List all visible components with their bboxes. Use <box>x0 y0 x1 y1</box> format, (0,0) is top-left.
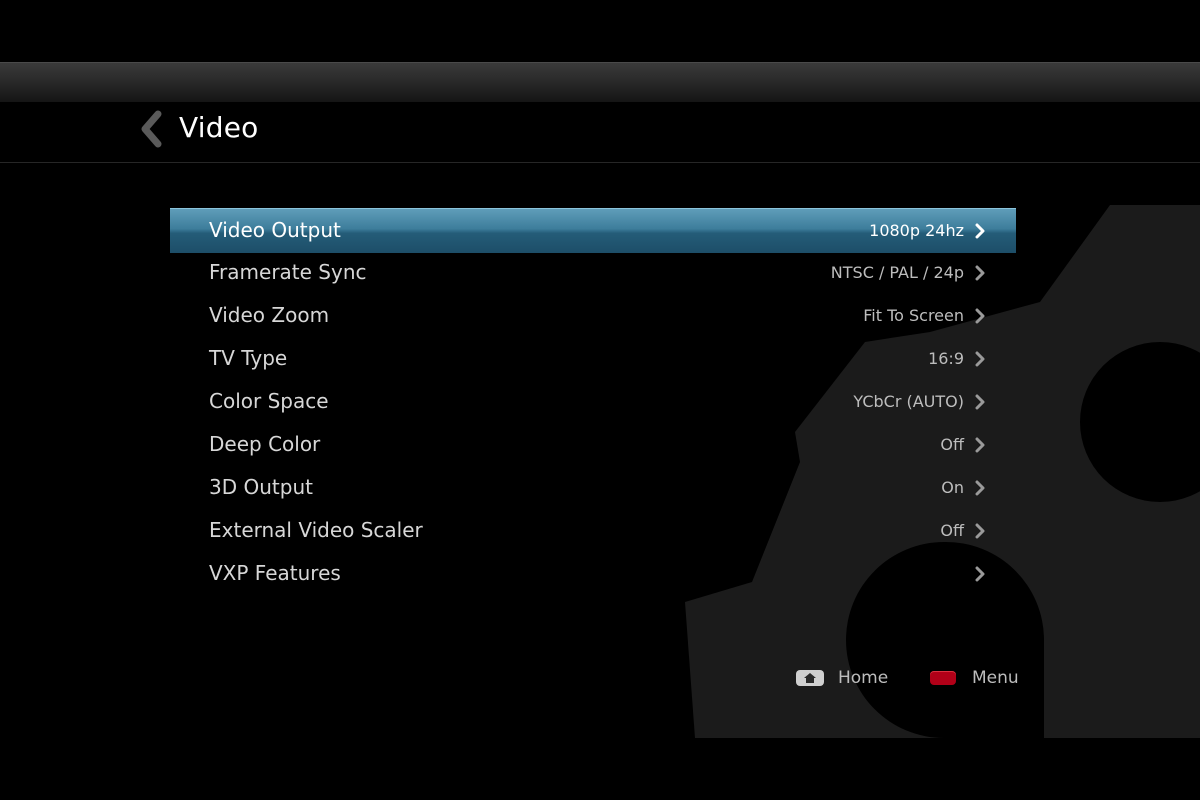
chevron-right-icon <box>975 351 985 367</box>
item-value: 16:9 <box>928 349 964 368</box>
page-title: Video <box>179 111 259 144</box>
chevron-left-icon[interactable] <box>140 110 166 148</box>
settings-menu: Video Output 1080p 24hz Framerate Sync N… <box>170 208 1016 595</box>
chevron-right-icon <box>975 308 985 324</box>
item-label: 3D Output <box>209 475 313 499</box>
item-value: YCbCr (AUTO) <box>853 392 964 411</box>
item-label: Color Space <box>209 389 329 413</box>
item-value: NTSC / PAL / 24p <box>830 263 964 282</box>
item-label: TV Type <box>209 346 288 370</box>
menu-item-vxp-features[interactable]: VXP Features <box>170 552 1016 595</box>
chevron-right-icon <box>975 223 985 239</box>
home-button[interactable]: Home <box>796 664 888 692</box>
chevron-right-icon <box>975 523 985 539</box>
item-value: Off <box>940 435 964 454</box>
menu-item-external-video-scaler[interactable]: External Video Scaler Off <box>170 509 1016 552</box>
menu-item-framerate-sync[interactable]: Framerate Sync NTSC / PAL / 24p <box>170 251 1016 294</box>
item-value: On <box>941 478 964 497</box>
home-label: Home <box>838 668 889 688</box>
top-bar <box>0 62 1200 103</box>
menu-item-deep-color[interactable]: Deep Color Off <box>170 423 1016 466</box>
chevron-right-icon <box>975 265 985 281</box>
menu-item-tv-type[interactable]: TV Type 16:9 <box>170 337 1016 380</box>
menu-button[interactable]: Menu <box>930 664 1019 692</box>
red-key-icon <box>930 671 956 685</box>
item-label: Deep Color <box>209 432 321 456</box>
item-value: Fit To Screen <box>863 306 964 325</box>
header: Video <box>0 102 1200 163</box>
item-label: Video Output <box>209 218 341 242</box>
menu-item-3d-output[interactable]: 3D Output On <box>170 466 1016 509</box>
menu-item-video-zoom[interactable]: Video Zoom Fit To Screen <box>170 294 1016 337</box>
item-label: Video Zoom <box>209 303 330 327</box>
chevron-right-icon <box>975 437 985 453</box>
menu-item-video-output[interactable]: Video Output 1080p 24hz <box>170 208 1016 253</box>
menu-label: Menu <box>972 668 1019 688</box>
chevron-right-icon <box>975 394 985 410</box>
item-label: Framerate Sync <box>209 260 367 284</box>
item-label: VXP Features <box>209 561 341 585</box>
home-icon <box>796 670 824 686</box>
item-value: 1080p 24hz <box>869 221 964 240</box>
item-label: External Video Scaler <box>209 518 423 542</box>
item-value: Off <box>940 521 964 540</box>
chevron-right-icon <box>975 480 985 496</box>
menu-item-color-space[interactable]: Color Space YCbCr (AUTO) <box>170 380 1016 423</box>
screen: Video Video Output 1080p 24hz Framerate … <box>0 0 1200 800</box>
settings-panel: Video Video Output 1080p 24hz Framerate … <box>0 102 1200 738</box>
chevron-right-icon <box>975 566 985 582</box>
